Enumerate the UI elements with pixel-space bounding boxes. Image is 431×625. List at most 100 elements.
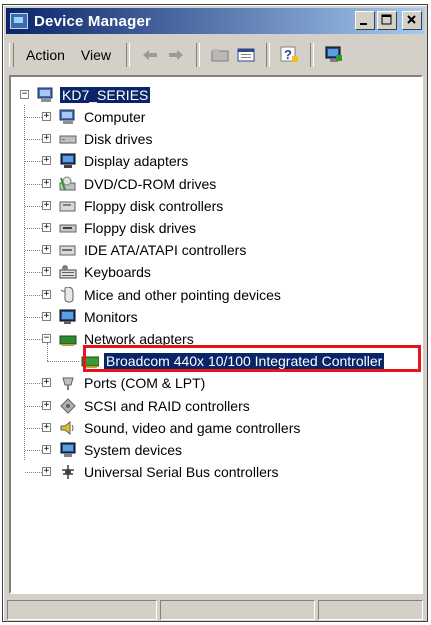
expand-toggle[interactable]: +	[42, 289, 51, 299]
forward-arrow-icon[interactable]	[165, 44, 187, 66]
tree-connector	[25, 272, 42, 274]
tree-category-item[interactable]: Floppy disk controllers	[59, 196, 225, 216]
tree-connector	[47, 343, 48, 362]
highlight-annotation-box	[83, 345, 421, 372]
expand-toggle[interactable]: +	[42, 267, 51, 277]
tree-category-item[interactable]: DVD/CD-ROM drives	[59, 174, 218, 194]
device-manager-window: Device Manager Action View ? − KD7_SERIE…	[2, 4, 428, 622]
display-adapter-icon	[59, 153, 77, 169]
expand-toggle[interactable]: +	[42, 223, 51, 232]
tree-item-label: Universal Serial Bus controllers	[84, 464, 279, 481]
expand-toggle[interactable]: +	[42, 400, 51, 410]
minimize-button[interactable]	[355, 11, 375, 30]
tree-item-label: Floppy disk drives	[84, 220, 197, 236]
tree-item-label: DVD/CD-ROM drives	[84, 175, 217, 192]
tree-category-item[interactable]: SCSI and RAID controllers	[59, 396, 252, 416]
network-adapter-icon	[59, 331, 77, 347]
tree-category-item[interactable]: Keyboards	[59, 262, 153, 282]
floppy-drive-icon	[59, 220, 77, 236]
tree-category-item[interactable]: Computer	[59, 107, 147, 127]
tree-category-item[interactable]: Mice and other pointing devices	[59, 285, 283, 305]
tree-connector	[25, 427, 42, 429]
tree-category-item[interactable]: Disk drives	[59, 129, 154, 149]
tree-root[interactable]: KD7_SERIES	[37, 85, 151, 105]
device-manager-icon	[10, 13, 28, 29]
tree-connector	[25, 339, 42, 340]
expand-toggle[interactable]: +	[42, 245, 51, 255]
port-icon	[59, 375, 77, 391]
tree-item-label: Display adapters	[84, 153, 189, 170]
expand-toggle[interactable]: +	[42, 445, 51, 454]
tree-connector	[25, 405, 42, 407]
status-pane-1	[7, 600, 157, 620]
tree-connector	[47, 361, 79, 363]
expand-toggle[interactable]: +	[42, 311, 51, 321]
toolbar-separator	[126, 43, 131, 67]
usb-icon	[59, 464, 77, 480]
monitor-scan-icon[interactable]	[323, 44, 345, 66]
sound-icon	[59, 420, 77, 436]
status-pane-2	[160, 600, 315, 620]
tree-connector	[25, 205, 42, 207]
tree-item-label: Floppy disk controllers	[84, 197, 224, 214]
expand-toggle[interactable]: +	[42, 467, 51, 477]
expand-toggle[interactable]: +	[42, 422, 51, 432]
toolbar-separator	[310, 43, 315, 67]
tree-item-label: Sound, video and game controllers	[84, 419, 301, 436]
close-button[interactable]	[402, 11, 422, 30]
minimize-icon	[360, 23, 367, 25]
tree-connector	[25, 250, 42, 252]
view-menu[interactable]: View	[73, 45, 119, 65]
root-collapse-toggle[interactable]: −	[20, 90, 29, 99]
tree-connector	[25, 316, 42, 318]
tree-item-label: Ports (COM & LPT)	[84, 375, 206, 392]
action-menu[interactable]: Action	[18, 45, 73, 65]
tree-category-item[interactable]: Floppy disk drives	[59, 218, 198, 238]
expand-toggle[interactable]: +	[42, 112, 51, 121]
maximize-icon	[381, 14, 392, 25]
expand-toggle[interactable]: +	[42, 200, 51, 210]
tree-category-item[interactable]: Display adapters	[59, 151, 190, 171]
close-icon	[407, 15, 416, 24]
cdrom-icon	[59, 176, 77, 192]
expand-toggle[interactable]: +	[42, 134, 51, 144]
expand-toggle[interactable]: +	[42, 378, 51, 388]
tree-category-item[interactable]: System devices	[59, 440, 184, 460]
properties-icon[interactable]	[235, 44, 257, 66]
device-tree[interactable]: − KD7_SERIES + Computer + Disk drives + Displ…	[9, 75, 423, 594]
back-arrow-icon[interactable]	[139, 44, 161, 66]
toolbar: Action View ?	[7, 39, 423, 71]
status-bar	[7, 600, 423, 620]
tree-category-item[interactable]: Ports (COM & LPT)	[59, 373, 207, 393]
toolbar-separator	[196, 43, 201, 67]
tree-category-item[interactable]: IDE ATA/ATAPI controllers	[59, 240, 248, 260]
tree-connector	[25, 117, 42, 118]
svg-text:?: ?	[284, 47, 292, 62]
computer-icon	[59, 109, 77, 125]
tree-connector	[25, 450, 42, 451]
tree-category-item[interactable]: Universal Serial Bus controllers	[59, 462, 281, 482]
maximize-button[interactable]	[377, 11, 397, 30]
tree-item-label: Disk drives	[84, 131, 153, 148]
tree-guide-line	[24, 105, 25, 460]
tree-item-label: System devices	[84, 442, 183, 458]
title-bar[interactable]: Device Manager	[6, 8, 424, 34]
tree-connector	[25, 139, 42, 141]
expand-toggle[interactable]: +	[42, 156, 51, 166]
expand-toggle[interactable]: +	[42, 178, 51, 188]
tree-connector	[25, 472, 42, 474]
toolbar-grip[interactable]	[9, 43, 14, 67]
tree-connector	[25, 161, 42, 163]
scsi-icon	[59, 397, 77, 414]
help-icon[interactable]: ?	[279, 44, 301, 66]
tree-category-item[interactable]: Monitors	[59, 307, 140, 327]
tree-item-label: Mice and other pointing devices	[84, 286, 281, 303]
tree-category-item[interactable]: Sound, video and game controllers	[59, 418, 302, 438]
tree-connector	[25, 183, 42, 185]
floppy-controller-icon	[59, 198, 77, 214]
tree-item-label: Computer	[84, 109, 146, 125]
computer-icon	[37, 87, 55, 103]
tree-root-label: KD7_SERIES	[60, 87, 151, 103]
collapse-toggle[interactable]: −	[42, 334, 51, 343]
folder-icon[interactable]	[209, 44, 231, 66]
